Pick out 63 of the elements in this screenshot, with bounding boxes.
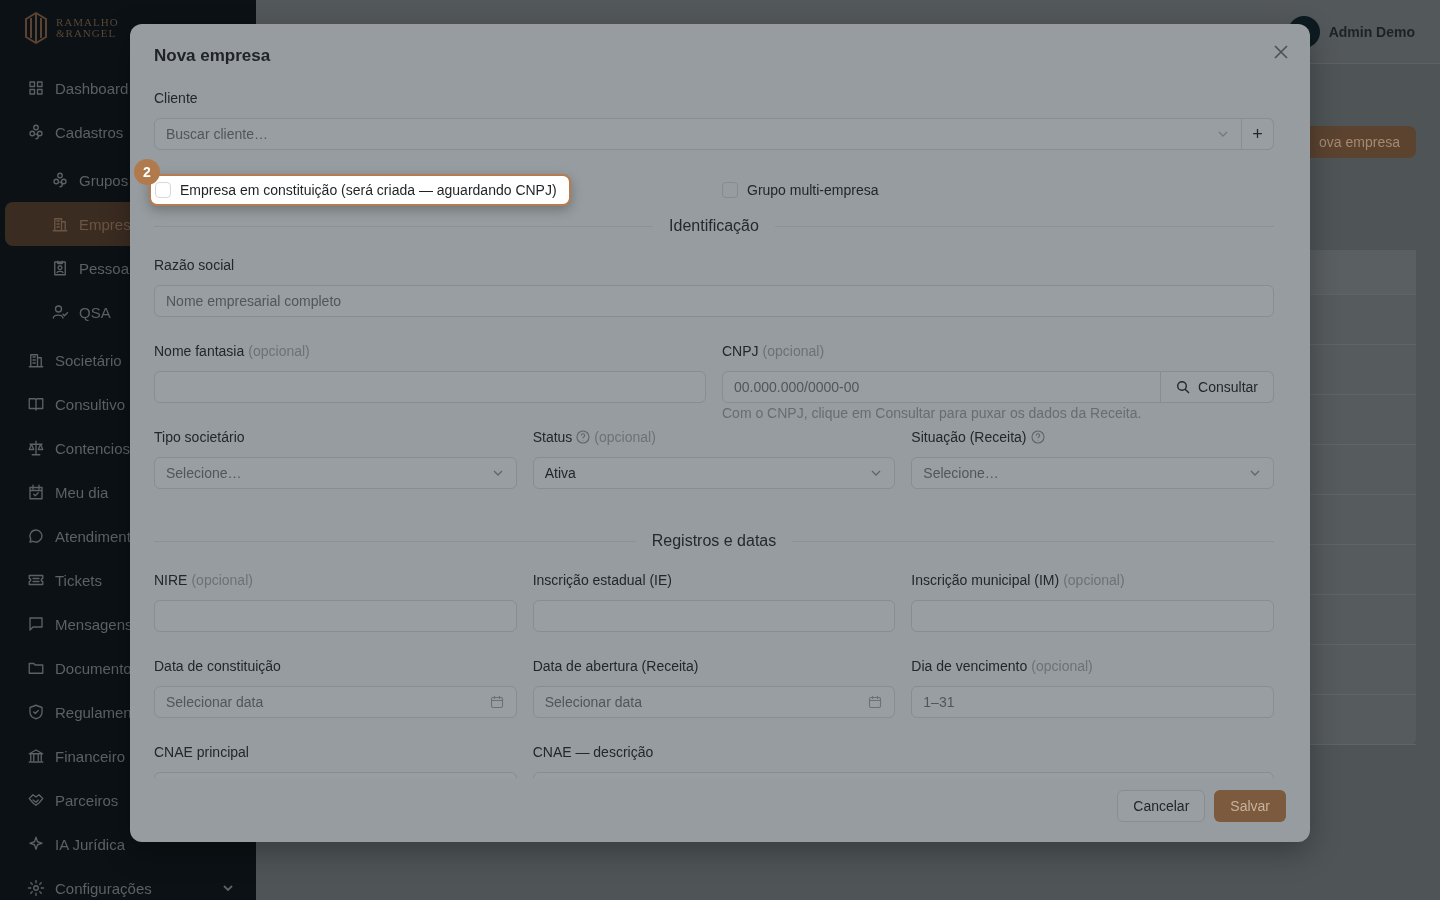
field-label: Tipo societário: [154, 429, 245, 445]
field-label: Dia de vencimento: [911, 658, 1028, 674]
book-icon: [27, 395, 45, 413]
sidebar-item[interactable]: Configurações: [0, 866, 256, 900]
cnpj-field[interactable]: 00.000.000/0000-00: [722, 371, 1162, 403]
field-label: CNAE principal: [154, 744, 249, 760]
select-field[interactable]: Selecione…: [154, 457, 517, 489]
calendar-icon: [868, 695, 883, 709]
date-field[interactable]: Selecionar data: [532, 686, 896, 718]
field-label: Razão social: [154, 257, 235, 273]
save-button[interactable]: Salvar: [1214, 790, 1286, 822]
sparkle-icon: [27, 835, 45, 853]
help-icon[interactable]: [1030, 430, 1045, 444]
sidebar-item[interactable]: Mensagens: [0, 602, 256, 646]
field-label: Inscrição estadual (IE): [532, 572, 672, 588]
sidebar-item[interactable]: IA Jurídica: [0, 822, 256, 866]
grid-icon: [27, 79, 45, 97]
logo-icon: [24, 12, 48, 44]
bank-icon: [27, 747, 45, 765]
field-label: Cliente: [154, 89, 199, 108]
scale-icon: [27, 439, 45, 457]
circles-icon: [27, 123, 45, 141]
field-label: CNPJ: [722, 343, 759, 359]
client-search-field[interactable]: Buscar cliente…: [154, 118, 1242, 150]
calendar-icon: [489, 695, 504, 709]
brand-name: &RANGEL: [56, 28, 118, 39]
field-label: Situação (Receita): [911, 429, 1027, 445]
field-label: Data de constituição: [154, 658, 281, 674]
search-icon: [1176, 380, 1191, 394]
sidebar-item[interactable]: Consultivo: [0, 382, 256, 426]
cancel-button[interactable]: Cancelar: [1117, 790, 1206, 822]
user-check-icon: [51, 303, 69, 321]
field-label: Inscrição municipal (IM): [911, 572, 1060, 588]
section-title: Identificação: [669, 217, 759, 235]
select-field[interactable]: Ativa: [532, 457, 896, 489]
section-title: Registros e datas: [651, 532, 777, 550]
field-label: Status: [532, 429, 573, 445]
checkbox-option[interactable]: Grupo multi-empresa: [722, 174, 879, 206]
field-label: Data de abertura (Receita): [532, 658, 699, 674]
date-field[interactable]: Selecionar data: [154, 686, 517, 718]
input-field[interactable]: Nome empresarial completo: [154, 285, 1274, 317]
help-icon[interactable]: [576, 430, 591, 444]
select-field[interactable]: Selecione…: [911, 457, 1274, 489]
sidebar-item[interactable]: Parceiros: [0, 778, 256, 822]
field-label: CNAE — descrição: [532, 744, 654, 760]
shield-icon: [27, 703, 45, 721]
building-icon: [51, 215, 69, 233]
add-client-button[interactable]: +: [1242, 118, 1274, 150]
id-badge-icon: [51, 259, 69, 277]
step-badge: 2: [134, 159, 160, 185]
brand-name: RAMALHO: [56, 17, 119, 28]
message-icon: [27, 615, 45, 633]
field-label: NIRE: [154, 572, 188, 588]
calendar-icon: [27, 483, 45, 501]
consult-button[interactable]: Consultar: [1161, 371, 1274, 403]
input-field[interactable]: 1–31: [911, 686, 1274, 718]
building-icon: [27, 351, 45, 369]
close-icon[interactable]: [1274, 45, 1288, 59]
sidebar-item[interactable]: Atendiment: [0, 514, 256, 558]
circles-icon: [51, 171, 69, 189]
dialog-title: Nova empresa: [154, 46, 272, 66]
chat-icon: [27, 527, 45, 545]
field-label: Nome fantasia: [154, 343, 245, 359]
